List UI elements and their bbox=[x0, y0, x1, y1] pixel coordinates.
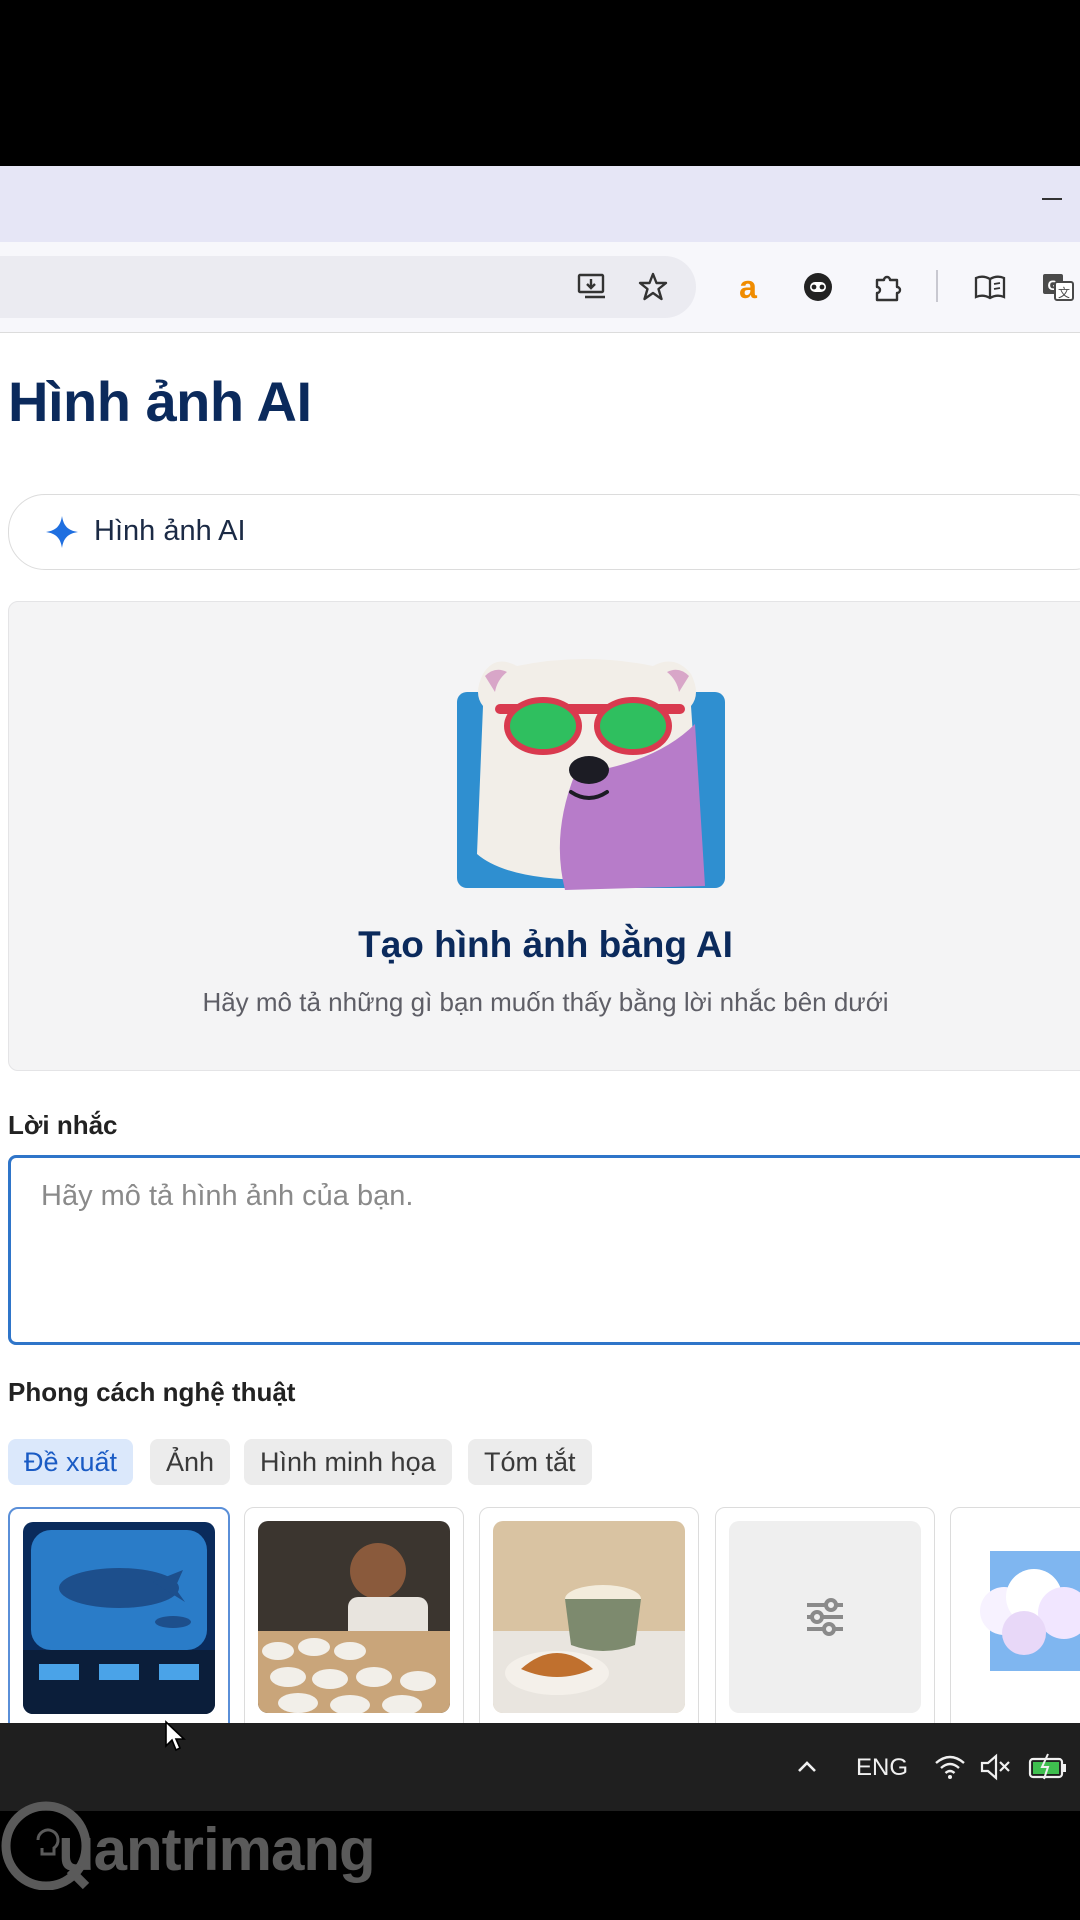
art-style-label: Phong cách nghệ thuật bbox=[8, 1377, 296, 1407]
system-taskbar bbox=[0, 1723, 1080, 1811]
tab-illustration[interactable]: Hình minh họa bbox=[244, 1439, 452, 1485]
mouse-cursor-icon bbox=[165, 1720, 186, 1752]
latte-croissant-thumbnail bbox=[493, 1521, 685, 1713]
install-app-icon[interactable] bbox=[570, 265, 614, 309]
watermark-text: uantrimang bbox=[58, 1816, 376, 1883]
browser-title-bar bbox=[0, 166, 1080, 242]
style-card-latte[interactable] bbox=[479, 1507, 699, 1723]
sliders-icon bbox=[807, 1598, 843, 1636]
sparkle-icon bbox=[46, 516, 78, 548]
minimize-window-button[interactable] bbox=[1040, 180, 1066, 202]
speaker-muted-icon[interactable] bbox=[978, 1750, 1012, 1784]
page-content: Hình ảnh AI Hình ảnh AI Tạo hình ảnh bằn… bbox=[0, 333, 1080, 1723]
svg-text:a: a bbox=[739, 270, 757, 304]
custom-settings-thumbnail bbox=[729, 1521, 921, 1713]
tea-tasting-thumbnail bbox=[258, 1521, 450, 1713]
reading-mode-icon[interactable] bbox=[968, 265, 1012, 309]
style-card-underwater[interactable] bbox=[8, 1507, 230, 1723]
clouds-thumbnail bbox=[964, 1521, 1080, 1713]
chevron-up-icon[interactable] bbox=[790, 1750, 824, 1784]
tool-selector-label: Hình ảnh AI bbox=[94, 515, 246, 547]
prompt-label: Lời nhắc bbox=[8, 1110, 118, 1140]
empty-state-subtitle: Hãy mô tả những gì bạn muốn thấy bằng lờ… bbox=[202, 987, 889, 1017]
tool-selector[interactable]: Hình ảnh AI bbox=[8, 494, 1080, 570]
tab-suggested[interactable]: Đề xuất bbox=[8, 1439, 134, 1485]
wifi-icon[interactable] bbox=[933, 1750, 967, 1784]
style-card-clouds[interactable] bbox=[950, 1507, 1080, 1723]
empty-state-title: Tạo hình ảnh bằng AI bbox=[358, 924, 733, 965]
style-card-custom[interactable] bbox=[715, 1507, 935, 1723]
toolbar-separator bbox=[936, 270, 938, 302]
prompt-input[interactable]: Hãy mô tả hình ảnh của bạn. bbox=[8, 1155, 1080, 1345]
bookmark-star-icon[interactable] bbox=[631, 265, 675, 309]
prompt-placeholder: Hãy mô tả hình ảnh của bạn. bbox=[41, 1180, 414, 1212]
polar-bear-illustration bbox=[457, 659, 725, 890]
translate-icon[interactable]: G文 bbox=[1036, 265, 1080, 309]
svg-text:文: 文 bbox=[1058, 285, 1070, 300]
extensions-puzzle-icon[interactable] bbox=[866, 265, 910, 309]
extension-circle-icon[interactable] bbox=[796, 265, 840, 309]
input-language[interactable]: ENG bbox=[856, 1754, 908, 1782]
underwater-whale-thumbnail bbox=[23, 1522, 215, 1714]
tab-abstract[interactable]: Tóm tắt bbox=[468, 1439, 592, 1485]
battery-charging-icon[interactable] bbox=[1028, 1750, 1068, 1784]
empty-state-panel: Tạo hình ảnh bằng AI Hãy mô tả những gì … bbox=[8, 601, 1080, 1071]
page-title: Hình ảnh AI bbox=[8, 370, 312, 433]
style-card-tea[interactable] bbox=[244, 1507, 464, 1723]
tab-photo[interactable]: Ảnh bbox=[150, 1439, 231, 1485]
amazon-extension-icon[interactable]: a bbox=[726, 265, 770, 309]
